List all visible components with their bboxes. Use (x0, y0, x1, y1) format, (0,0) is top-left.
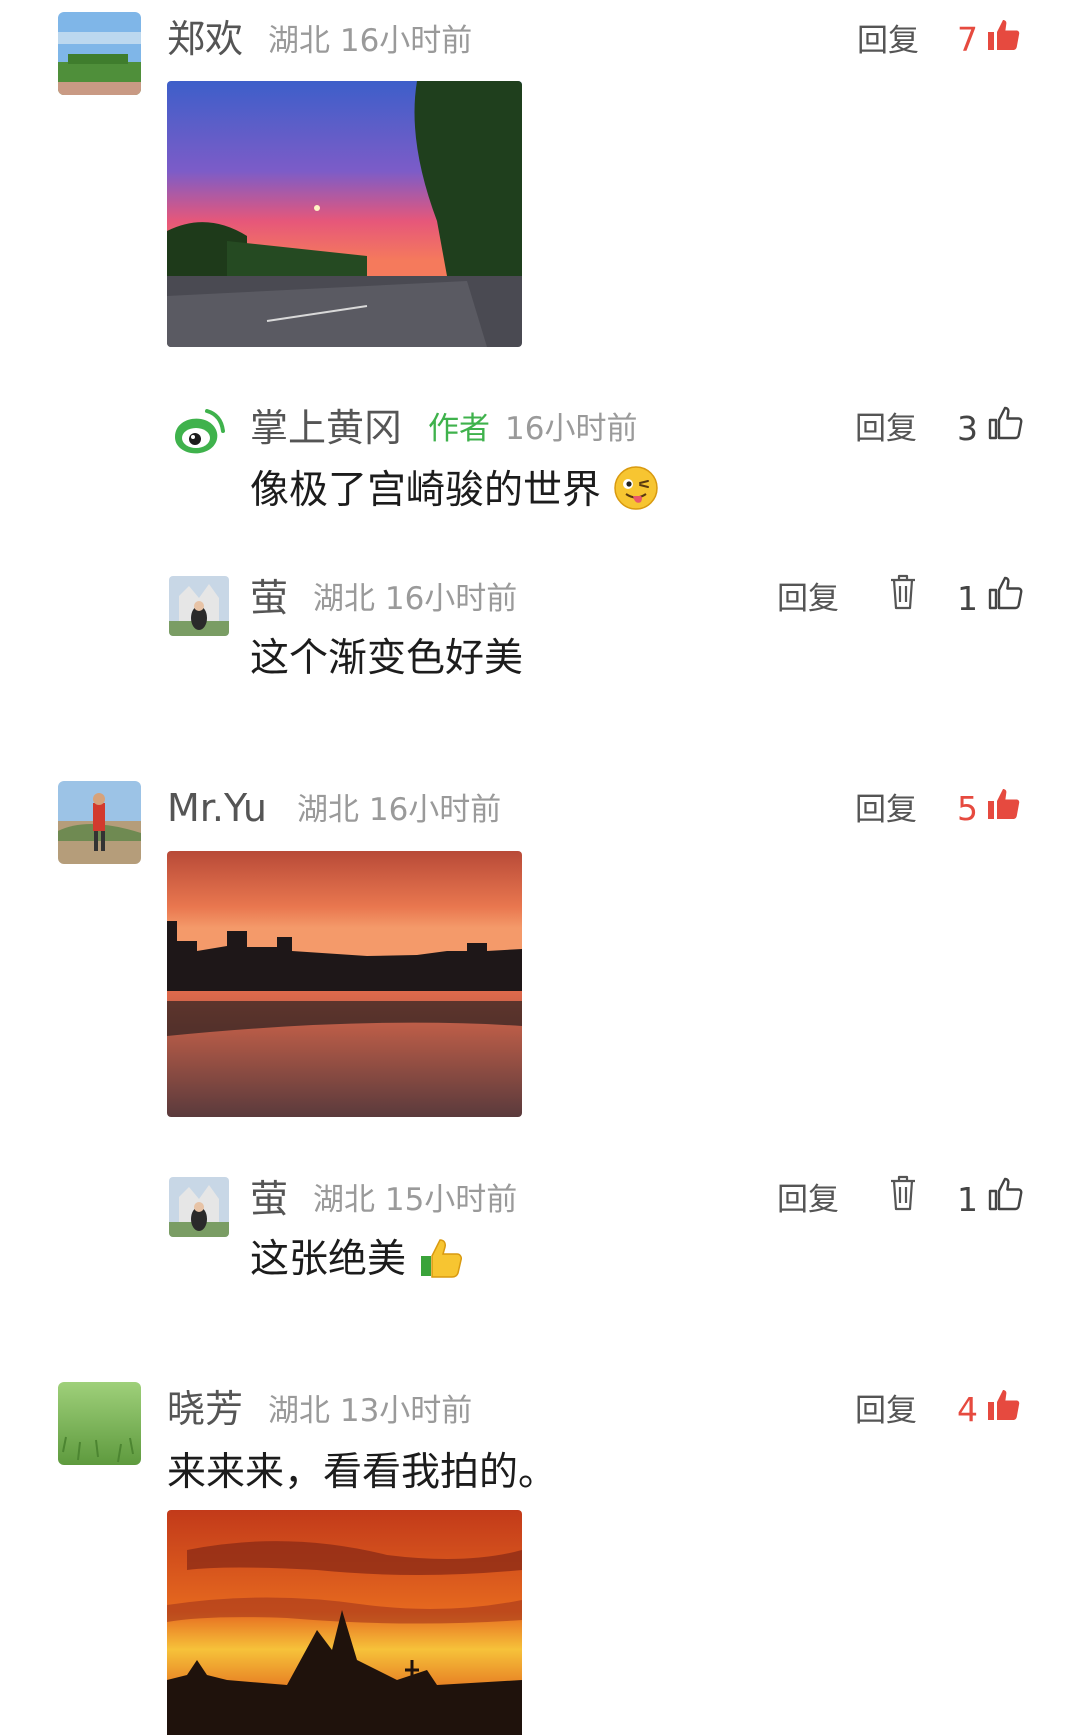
reply-button[interactable]: 回复 (855, 788, 917, 832)
comment-text: 来来来，看看我拍的。 (167, 1450, 558, 1495)
like-count: 3 (957, 409, 978, 448)
comment-photo-orange-sky[interactable] (167, 1510, 522, 1735)
thumbs-up-filled-icon[interactable] (985, 17, 1021, 53)
comment-text: 这张绝美 (250, 1234, 464, 1285)
thumbs-up-emoji-icon (418, 1234, 464, 1280)
like-count: 7 (957, 20, 978, 59)
avatar[interactable] (169, 576, 229, 636)
comment-text: 这个渐变色好美 (250, 636, 524, 681)
comment-photo-sunset-lake[interactable] (167, 851, 522, 1117)
avatar[interactable] (58, 781, 141, 864)
avatar[interactable] (58, 12, 141, 95)
comment-meta: 湖北 16小时前 (268, 23, 473, 59)
thumbs-up-outline-icon[interactable] (987, 575, 1023, 611)
commenter-name[interactable]: Mr.Yu (167, 786, 267, 830)
avatar[interactable] (169, 1177, 229, 1237)
commenter-name[interactable]: 郑欢 (167, 17, 243, 61)
commenter-name[interactable]: 萤 (250, 1177, 288, 1221)
reply-button[interactable]: 回复 (857, 19, 919, 63)
comment-meta: 湖北 16小时前 (297, 792, 502, 828)
commenter-name[interactable]: 萤 (250, 576, 288, 620)
commenter-name[interactable]: 掌上黄冈 (250, 406, 402, 450)
winking-tongue-emoji-icon (613, 465, 659, 511)
thumbs-up-outline-icon[interactable] (987, 1176, 1023, 1212)
like-count: 1 (957, 579, 978, 618)
thumbs-up-outline-icon[interactable] (987, 405, 1023, 441)
trash-icon[interactable] (888, 574, 918, 610)
trash-icon[interactable] (888, 1175, 918, 1211)
like-count: 4 (957, 1390, 978, 1429)
like-count: 5 (957, 789, 978, 828)
reply-button[interactable]: 回复 (777, 577, 839, 621)
comment-meta: 湖北 16小时前 (313, 581, 518, 617)
like-count: 1 (957, 1180, 978, 1219)
comment-meta: 16小时前 (505, 411, 638, 447)
commenter-name[interactable]: 晓芳 (167, 1387, 243, 1431)
avatar[interactable] (58, 1382, 141, 1465)
thumbs-up-filled-icon[interactable] (985, 1387, 1021, 1423)
comment-text: 像极了宫崎骏的世界 (250, 465, 659, 516)
reply-button[interactable]: 回复 (777, 1178, 839, 1222)
reply-button[interactable]: 回复 (855, 1389, 917, 1433)
author-badge: 作者 (428, 411, 490, 447)
reply-button[interactable]: 回复 (855, 407, 917, 451)
weibo-logo-icon[interactable] (167, 405, 227, 465)
comment-photo-sunset-road[interactable] (167, 81, 522, 347)
comment-meta: 湖北 15小时前 (313, 1182, 518, 1218)
comment-meta: 湖北 13小时前 (268, 1393, 473, 1429)
thumbs-up-filled-icon[interactable] (985, 786, 1021, 822)
